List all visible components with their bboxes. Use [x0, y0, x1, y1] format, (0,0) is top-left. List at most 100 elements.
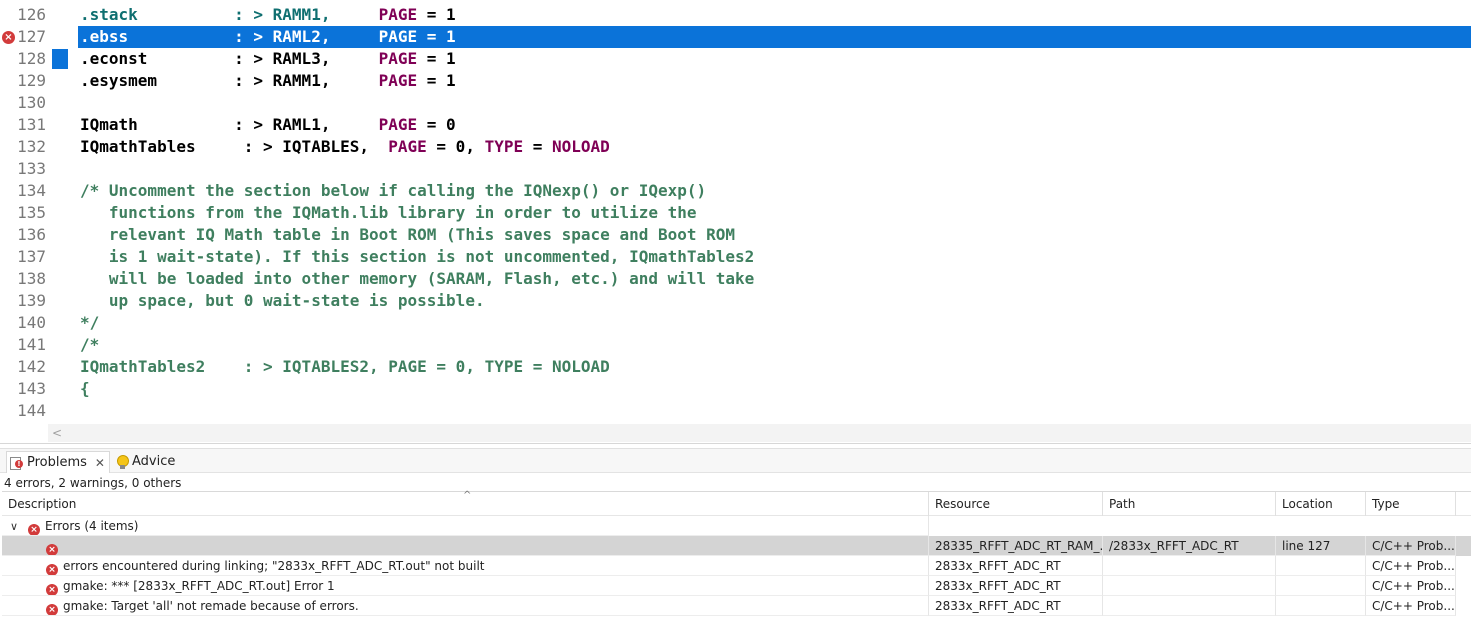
- code-text[interactable]: IQmathTables2 : > IQTABLES2, PAGE = 0, T…: [78, 356, 1471, 378]
- view-tabs: Problems ✕ Advice: [0, 449, 1471, 473]
- code-text[interactable]: relevant IQ Math table in Boot ROM (This…: [78, 224, 1471, 246]
- tab-advice-label: Advice: [132, 454, 176, 469]
- line-number: 144: [17, 401, 46, 420]
- code-text[interactable]: IQmath : > RAML1, PAGE = 0: [78, 114, 1471, 136]
- chevron-down-icon[interactable]: ∨: [10, 517, 22, 535]
- code-line[interactable]: 140 */: [0, 312, 1471, 334]
- line-gutter[interactable]: 139: [0, 290, 48, 312]
- code-line[interactable]: 133: [0, 158, 1471, 180]
- line-number: 138: [17, 269, 46, 288]
- line-gutter[interactable]: 141: [0, 334, 48, 356]
- code-token: PAGE: [378, 71, 418, 90]
- code-line[interactable]: 129 .esysmem : > RAMM1, PAGE = 1: [0, 70, 1471, 92]
- code-line[interactable]: 142 IQmathTables2 : > IQTABLES2, PAGE = 0…: [0, 356, 1471, 378]
- line-gutter[interactable]: 138: [0, 268, 48, 290]
- line-gutter[interactable]: 140: [0, 312, 48, 334]
- table-row[interactable]: × 28335_RFFT_ADC_RT_RAM_... /2833x_RFFT_AD…: [2, 536, 1471, 556]
- code-text[interactable]: .esysmem : > RAMM1, PAGE = 1: [78, 70, 1471, 92]
- line-gutter[interactable]: 132: [0, 136, 48, 158]
- code-text[interactable]: .ebss : > RAML2, PAGE = 1: [78, 26, 1471, 48]
- column-type[interactable]: Type: [1366, 492, 1456, 516]
- line-gutter[interactable]: 137: [0, 246, 48, 268]
- line-number: 127: [17, 27, 46, 46]
- code-text[interactable]: .econst : > RAML3, PAGE = 1: [78, 48, 1471, 70]
- code-token: relevant IQ Math table in Boot ROM (This…: [80, 225, 736, 244]
- code-line[interactable]: 134 /* Uncomment the section below if cal…: [0, 180, 1471, 202]
- code-line[interactable]: 144: [0, 400, 1471, 422]
- code-line[interactable]: 139 up space, but 0 wait-state is possib…: [0, 290, 1471, 312]
- lightbulb-icon: [116, 454, 129, 470]
- error-icon: ×: [46, 604, 58, 615]
- table-row[interactable]: × gmake: Target 'all' not remade because …: [2, 596, 1471, 616]
- table-row[interactable]: × errors encountered during linking; "283…: [2, 556, 1471, 576]
- tab-advice[interactable]: Advice: [112, 451, 179, 473]
- code-token: will be loaded into other memory (SARAM,…: [80, 269, 755, 288]
- line-gutter[interactable]: 142: [0, 356, 48, 378]
- cell-resource: 28335_RFFT_ADC_RT_RAM_...: [929, 536, 1103, 556]
- table-row[interactable]: × gmake: *** [2833x_RFFT_ADC_RT.out] Erro…: [2, 576, 1471, 596]
- line-gutter[interactable]: 129: [0, 70, 48, 92]
- cell-text: gmake: *** [2833x_RFFT_ADC_RT.out] Error…: [63, 579, 335, 593]
- cell-text: 2833x_RFFT_ADC_RT: [935, 579, 1061, 593]
- code-line[interactable]: 128 .econst : > RAML3, PAGE = 1: [0, 48, 1471, 70]
- code-line[interactable]: 126 .stack : > RAMM1, PAGE = 1: [0, 4, 1471, 26]
- code-text[interactable]: .stack : > RAMM1, PAGE = 1: [78, 4, 1471, 26]
- code-token: PAGE: [388, 137, 427, 156]
- line-gutter[interactable]: 131: [0, 114, 48, 136]
- line-gutter[interactable]: 143: [0, 378, 48, 400]
- error-marker-icon[interactable]: ×: [2, 31, 15, 44]
- cell-path: /2833x_RFFT_ADC_RT: [1103, 536, 1276, 556]
- line-number: 136: [17, 225, 46, 244]
- cell-resource: 2833x_RFFT_ADC_RT: [929, 596, 1103, 616]
- occurrence-marker: [52, 49, 68, 69]
- line-number: 140: [17, 313, 46, 332]
- code-text[interactable]: /*: [78, 334, 1471, 356]
- code-text[interactable]: {: [78, 378, 1471, 400]
- code-token: /*: [80, 335, 100, 354]
- line-gutter[interactable]: 144: [0, 400, 48, 422]
- line-gutter[interactable]: 136: [0, 224, 48, 246]
- line-gutter[interactable]: × 127: [0, 26, 48, 48]
- horizontal-scrollbar[interactable]: <: [48, 424, 1471, 442]
- code-text[interactable]: will be loaded into other memory (SARAM,…: [78, 268, 1471, 290]
- close-icon[interactable]: ✕: [95, 452, 105, 474]
- scroll-left-icon[interactable]: <: [52, 424, 62, 442]
- line-gutter[interactable]: 128: [0, 48, 48, 70]
- code-text[interactable]: is 1 wait-state). If this section is not…: [78, 246, 1471, 268]
- code-text[interactable]: functions from the IQMath.lib library in…: [78, 202, 1471, 224]
- line-gutter[interactable]: 126: [0, 4, 48, 26]
- column-resource[interactable]: Resource: [929, 492, 1103, 516]
- code-line[interactable]: 135 functions from the IQMath.lib librar…: [0, 202, 1471, 224]
- line-gutter[interactable]: 130: [0, 92, 48, 114]
- code-line[interactable]: 136 relevant IQ Math table in Boot ROM (…: [0, 224, 1471, 246]
- errors-group-row[interactable]: ∨ × Errors (4 items): [2, 516, 1471, 536]
- cell-description: × gmake: *** [2833x_RFFT_ADC_RT.out] Erro…: [2, 576, 929, 596]
- code-line[interactable]: × 127 .ebss : > RAML2, PAGE = 1: [0, 26, 1471, 48]
- code-text[interactable]: up space, but 0 wait-state is possible.: [78, 290, 1471, 312]
- column-path[interactable]: Path: [1103, 492, 1276, 516]
- line-gutter[interactable]: 135: [0, 202, 48, 224]
- code-line[interactable]: 132 IQmathTables : > IQTABLES, PAGE = 0, …: [0, 136, 1471, 158]
- tab-problems[interactable]: Problems ✕: [6, 451, 110, 473]
- line-number: 141: [17, 335, 46, 354]
- code-line[interactable]: 141 /*: [0, 334, 1471, 356]
- code-token: up space, but 0 wait-state is possible.: [80, 291, 485, 310]
- code-line[interactable]: 130: [0, 92, 1471, 114]
- line-gutter[interactable]: 134: [0, 180, 48, 202]
- line-gutter[interactable]: 133: [0, 158, 48, 180]
- code-token: .ebss : > RAML2, PAGE = 1: [80, 27, 456, 46]
- code-line[interactable]: 138 will be loaded into other memory (SA…: [0, 268, 1471, 290]
- code-editor[interactable]: 126 .stack : > RAMM1, PAGE = 1 × 127 .ebss :…: [0, 0, 1471, 444]
- code-text[interactable]: [78, 158, 1471, 180]
- code-text[interactable]: [78, 92, 1471, 114]
- code-text[interactable]: */: [78, 312, 1471, 334]
- code-text[interactable]: IQmathTables : > IQTABLES, PAGE = 0, TYP…: [78, 136, 1471, 158]
- code-line[interactable]: 143 {: [0, 378, 1471, 400]
- code-token: NOLOAD: [552, 137, 610, 156]
- code-line[interactable]: 131 IQmath : > RAML1, PAGE = 0: [0, 114, 1471, 136]
- code-text[interactable]: /* Uncomment the section below if callin…: [78, 180, 1471, 202]
- code-line[interactable]: 137 is 1 wait-state). If this section is…: [0, 246, 1471, 268]
- code-text[interactable]: [78, 400, 1471, 422]
- cell-path: [1103, 596, 1276, 616]
- column-location[interactable]: Location: [1276, 492, 1366, 516]
